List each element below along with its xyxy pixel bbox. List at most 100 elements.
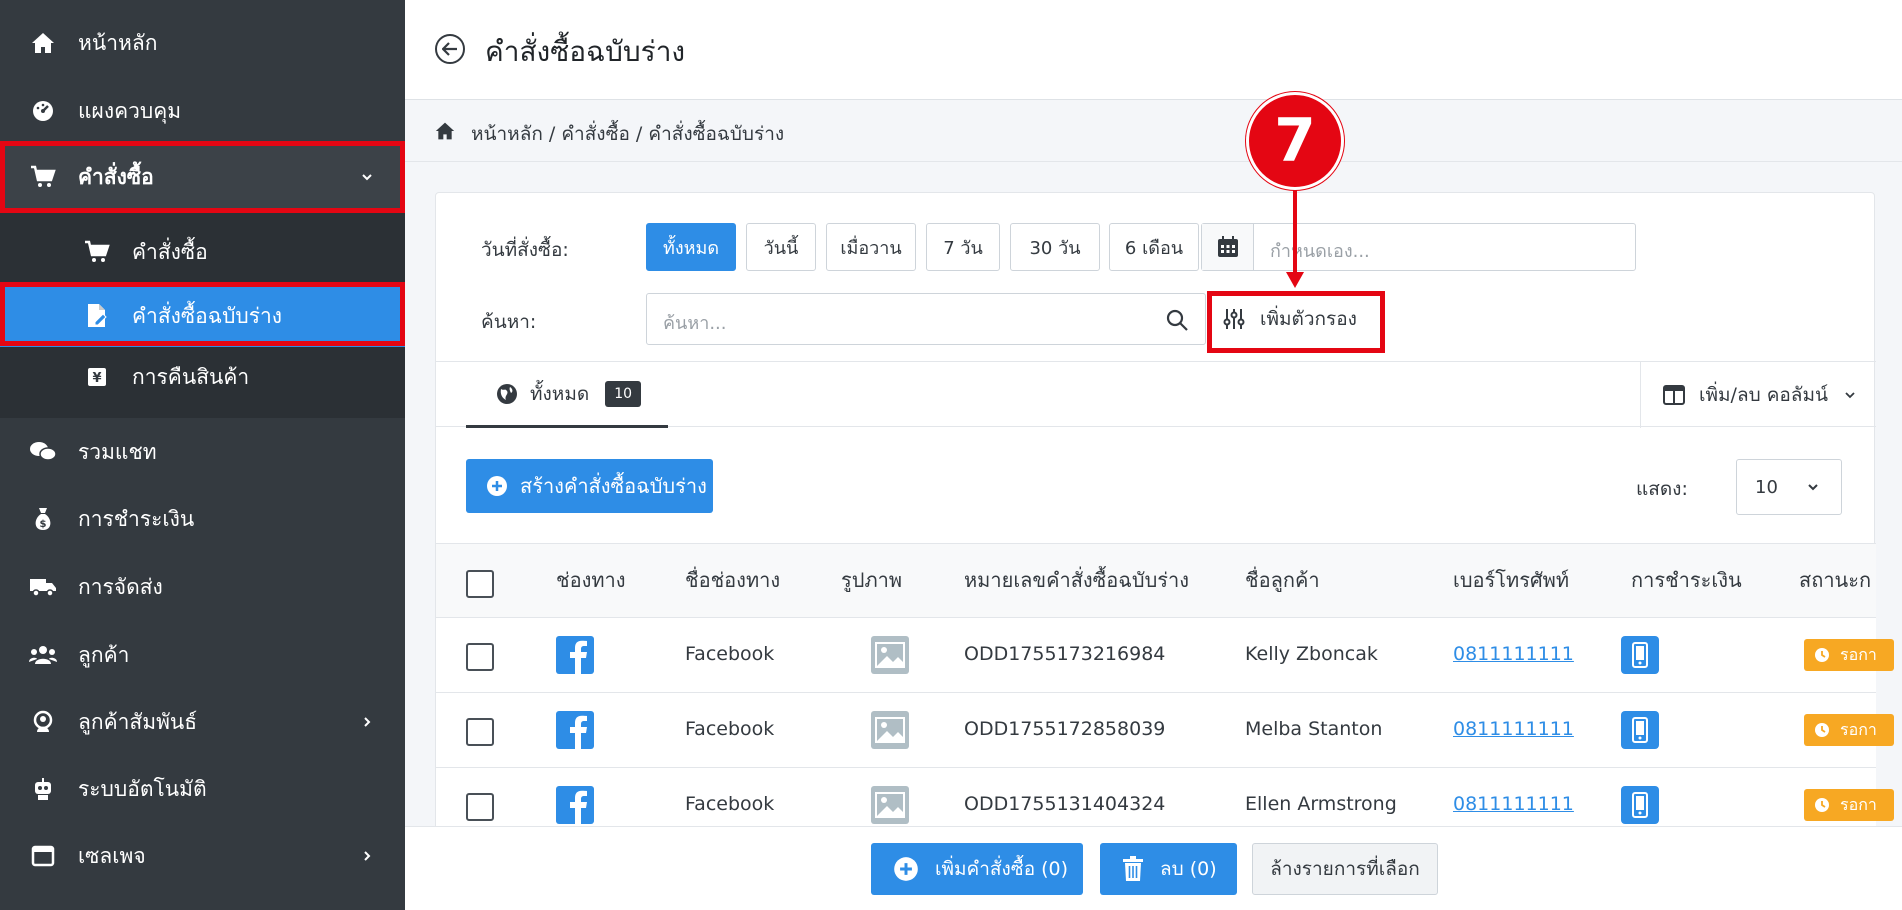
column-header-customer-name[interactable]: ชื่อลูกค้า [1245, 564, 1320, 596]
toggle-columns-label: เพิ่ม/ลบ คอลัมน์ [1699, 384, 1828, 406]
row-checkbox[interactable] [466, 643, 494, 671]
date-option-30days[interactable]: 30 วัน [1010, 223, 1100, 271]
page-size-value: 10 [1755, 476, 1778, 498]
custom-date-field[interactable]: กำหนดเอง... [1201, 223, 1636, 271]
cell-phone-link[interactable]: 0811111111 [1453, 718, 1574, 740]
clock-icon [1815, 723, 1829, 737]
tab-all[interactable]: ทั้งหมด 10 [466, 362, 668, 428]
facebook-icon [556, 711, 594, 749]
date-option-6months[interactable]: 6 เดือน [1109, 223, 1199, 271]
submenu-item-label: คำสั่งซื้อ [132, 239, 208, 264]
date-option-all[interactable]: ทั้งหมด [646, 223, 736, 271]
column-header-phone[interactable]: เบอร์โทรศัพท์ [1453, 564, 1569, 596]
return-icon: ¥ [82, 362, 112, 392]
sidebar-item-home[interactable]: หน้าหลัก [0, 22, 405, 64]
add-filter-button[interactable]: เพิ่มตัวกรอง [1206, 293, 1376, 345]
sidebar-item-payment[interactable]: $ การชำระเงิน [0, 498, 405, 540]
page-size-select[interactable]: 10 [1736, 459, 1842, 515]
clock-icon [1815, 648, 1829, 662]
table-row[interactable]: Facebook ODD1755173216984 Kelly Zboncak … [436, 618, 1894, 693]
sidebar-item-chat[interactable]: รวมแชท [0, 431, 405, 473]
row-checkbox[interactable] [466, 793, 494, 821]
date-option-yesterday[interactable]: เมื่อวาน [826, 223, 916, 271]
add-filter-label: เพิ่มตัวกรอง [1260, 308, 1357, 330]
draft-file-icon [82, 301, 112, 331]
home-icon [28, 28, 58, 58]
sidebar: หน้าหลัก แผงควบคุม คำสั่งซื้อ คำสั่งซื้อ… [0, 0, 405, 910]
cell-channel-name: Facebook [685, 643, 775, 665]
submenu-item-orders[interactable]: คำสั่งซื้อ [0, 231, 405, 273]
status-badge: รอกา [1804, 714, 1894, 746]
date-option-today[interactable]: วันนี้ [746, 223, 816, 271]
search-placeholder: ค้นหา... [663, 313, 727, 334]
date-option-7days[interactable]: 7 วัน [926, 223, 1000, 271]
add-to-order-label: เพิ่มคำสั่งซื้อ (0) [935, 858, 1069, 880]
clock-icon [1815, 798, 1829, 812]
page-title: คำสั่งซื้อฉบับร่าง [485, 35, 686, 68]
cart-icon [82, 237, 112, 267]
clear-selection-button[interactable]: ล้างรายการที่เลือก [1252, 843, 1438, 895]
search-icon[interactable] [1165, 308, 1189, 332]
chevron-right-icon [364, 851, 371, 861]
sidebar-item-dashboard[interactable]: แผงควบคุม [0, 90, 405, 132]
sidebar-item-shipping[interactable]: การจัดส่ง [0, 566, 405, 608]
column-header-payment[interactable]: การชำระเงิน [1631, 564, 1742, 596]
row-checkbox[interactable] [466, 718, 494, 746]
orders-card: วันที่สั่งซื้อ: ทั้งหมด วันนี้ เมื่อวาน … [435, 192, 1894, 910]
add-to-order-button[interactable]: เพิ่มคำสั่งซื้อ (0) [871, 843, 1083, 895]
cart-icon [28, 162, 58, 192]
mobile-payment-icon [1621, 711, 1659, 749]
cell-draft-order-number: ODD1755131404324 [964, 793, 1166, 815]
sidebar-item-orders[interactable]: คำสั่งซื้อ [0, 143, 405, 211]
mobile-payment-icon [1621, 636, 1659, 674]
sidebar-item-automation[interactable]: ระบบอัตโนมัติ [0, 768, 405, 810]
mobile-payment-icon [1621, 786, 1659, 824]
submenu-item-draft-orders[interactable]: คำสั่งซื้อฉบับร่าง [0, 285, 405, 347]
home-icon[interactable] [435, 121, 455, 141]
chevron-down-icon [362, 174, 372, 181]
sidebar-item-salespage[interactable]: เซลเพจ [0, 835, 405, 877]
svg-text:$: $ [40, 519, 47, 530]
calendar-icon[interactable] [1202, 224, 1254, 270]
select-all-checkbox[interactable] [466, 570, 494, 598]
cell-draft-order-number: ODD1755172858039 [964, 718, 1166, 740]
sidebar-item-label: รวมแชท [78, 439, 157, 464]
callout-arrow-head [1286, 272, 1304, 288]
sidebar-item-label: เซลเพจ [78, 843, 146, 868]
sidebar-item-label: ลูกค้า [78, 642, 130, 667]
cell-phone-link[interactable]: 0811111111 [1453, 643, 1574, 665]
sidebar-item-crm[interactable]: ลูกค้าสัมพันธ์ [0, 701, 405, 743]
sidebar-item-customers[interactable]: ลูกค้า [0, 634, 405, 676]
cell-phone-link[interactable]: 0811111111 [1453, 793, 1574, 815]
column-header-draft-order-number[interactable]: หมายเลขคำสั่งซื้อฉบับร่าง [964, 564, 1189, 596]
table-row[interactable]: Facebook ODD1755172858039 Melba Stanton … [436, 693, 1894, 768]
delete-label: ลบ (0) [1160, 858, 1217, 880]
toggle-columns-button[interactable]: เพิ่ม/ลบ คอลัมน์ [1640, 362, 1876, 428]
date-filter-label: วันที่สั่งซื้อ: [481, 239, 569, 261]
breadcrumb-text[interactable]: หน้าหลัก / คำสั่งซื้อ / คำสั่งซื้อฉบับร่… [471, 119, 784, 149]
cell-channel-name: Facebook [685, 793, 775, 815]
facebook-icon [556, 786, 594, 824]
delete-button[interactable]: ลบ (0) [1100, 843, 1237, 895]
truck-icon [28, 572, 58, 602]
chevron-right-icon [364, 717, 371, 727]
search-input[interactable]: ค้นหา... [646, 293, 1206, 345]
column-header-image[interactable]: รูปภาพ [841, 564, 902, 596]
column-header-channel-name[interactable]: ชื่อช่องทาง [685, 564, 780, 596]
cell-customer-name: Melba Stanton [1245, 718, 1383, 740]
sidebar-item-label: ระบบอัตโนมัติ [78, 776, 207, 801]
cell-customer-name: Kelly Zboncak [1245, 643, 1378, 665]
crm-icon [28, 707, 58, 737]
back-button[interactable] [435, 34, 465, 64]
breadcrumb: หน้าหลัก / คำสั่งซื้อ / คำสั่งซื้อฉบับร่… [405, 100, 1902, 162]
status-badge: รอกา [1804, 789, 1894, 821]
sidebar-item-label: คำสั่งซื้อ [78, 164, 154, 189]
cell-customer-name: Ellen Armstrong [1245, 793, 1397, 815]
create-draft-order-button[interactable]: สร้างคำสั่งซื้อฉบับร่าง [466, 459, 713, 513]
submenu-item-returns[interactable]: ¥ การคืนสินค้า [0, 356, 405, 398]
status-text: รอกา [1840, 794, 1877, 814]
column-header-status[interactable]: สถานะก [1799, 564, 1871, 596]
image-placeholder-icon [871, 786, 909, 824]
cell-draft-order-number: ODD1755173216984 [964, 643, 1166, 665]
column-header-channel[interactable]: ช่องทาง [556, 564, 626, 596]
